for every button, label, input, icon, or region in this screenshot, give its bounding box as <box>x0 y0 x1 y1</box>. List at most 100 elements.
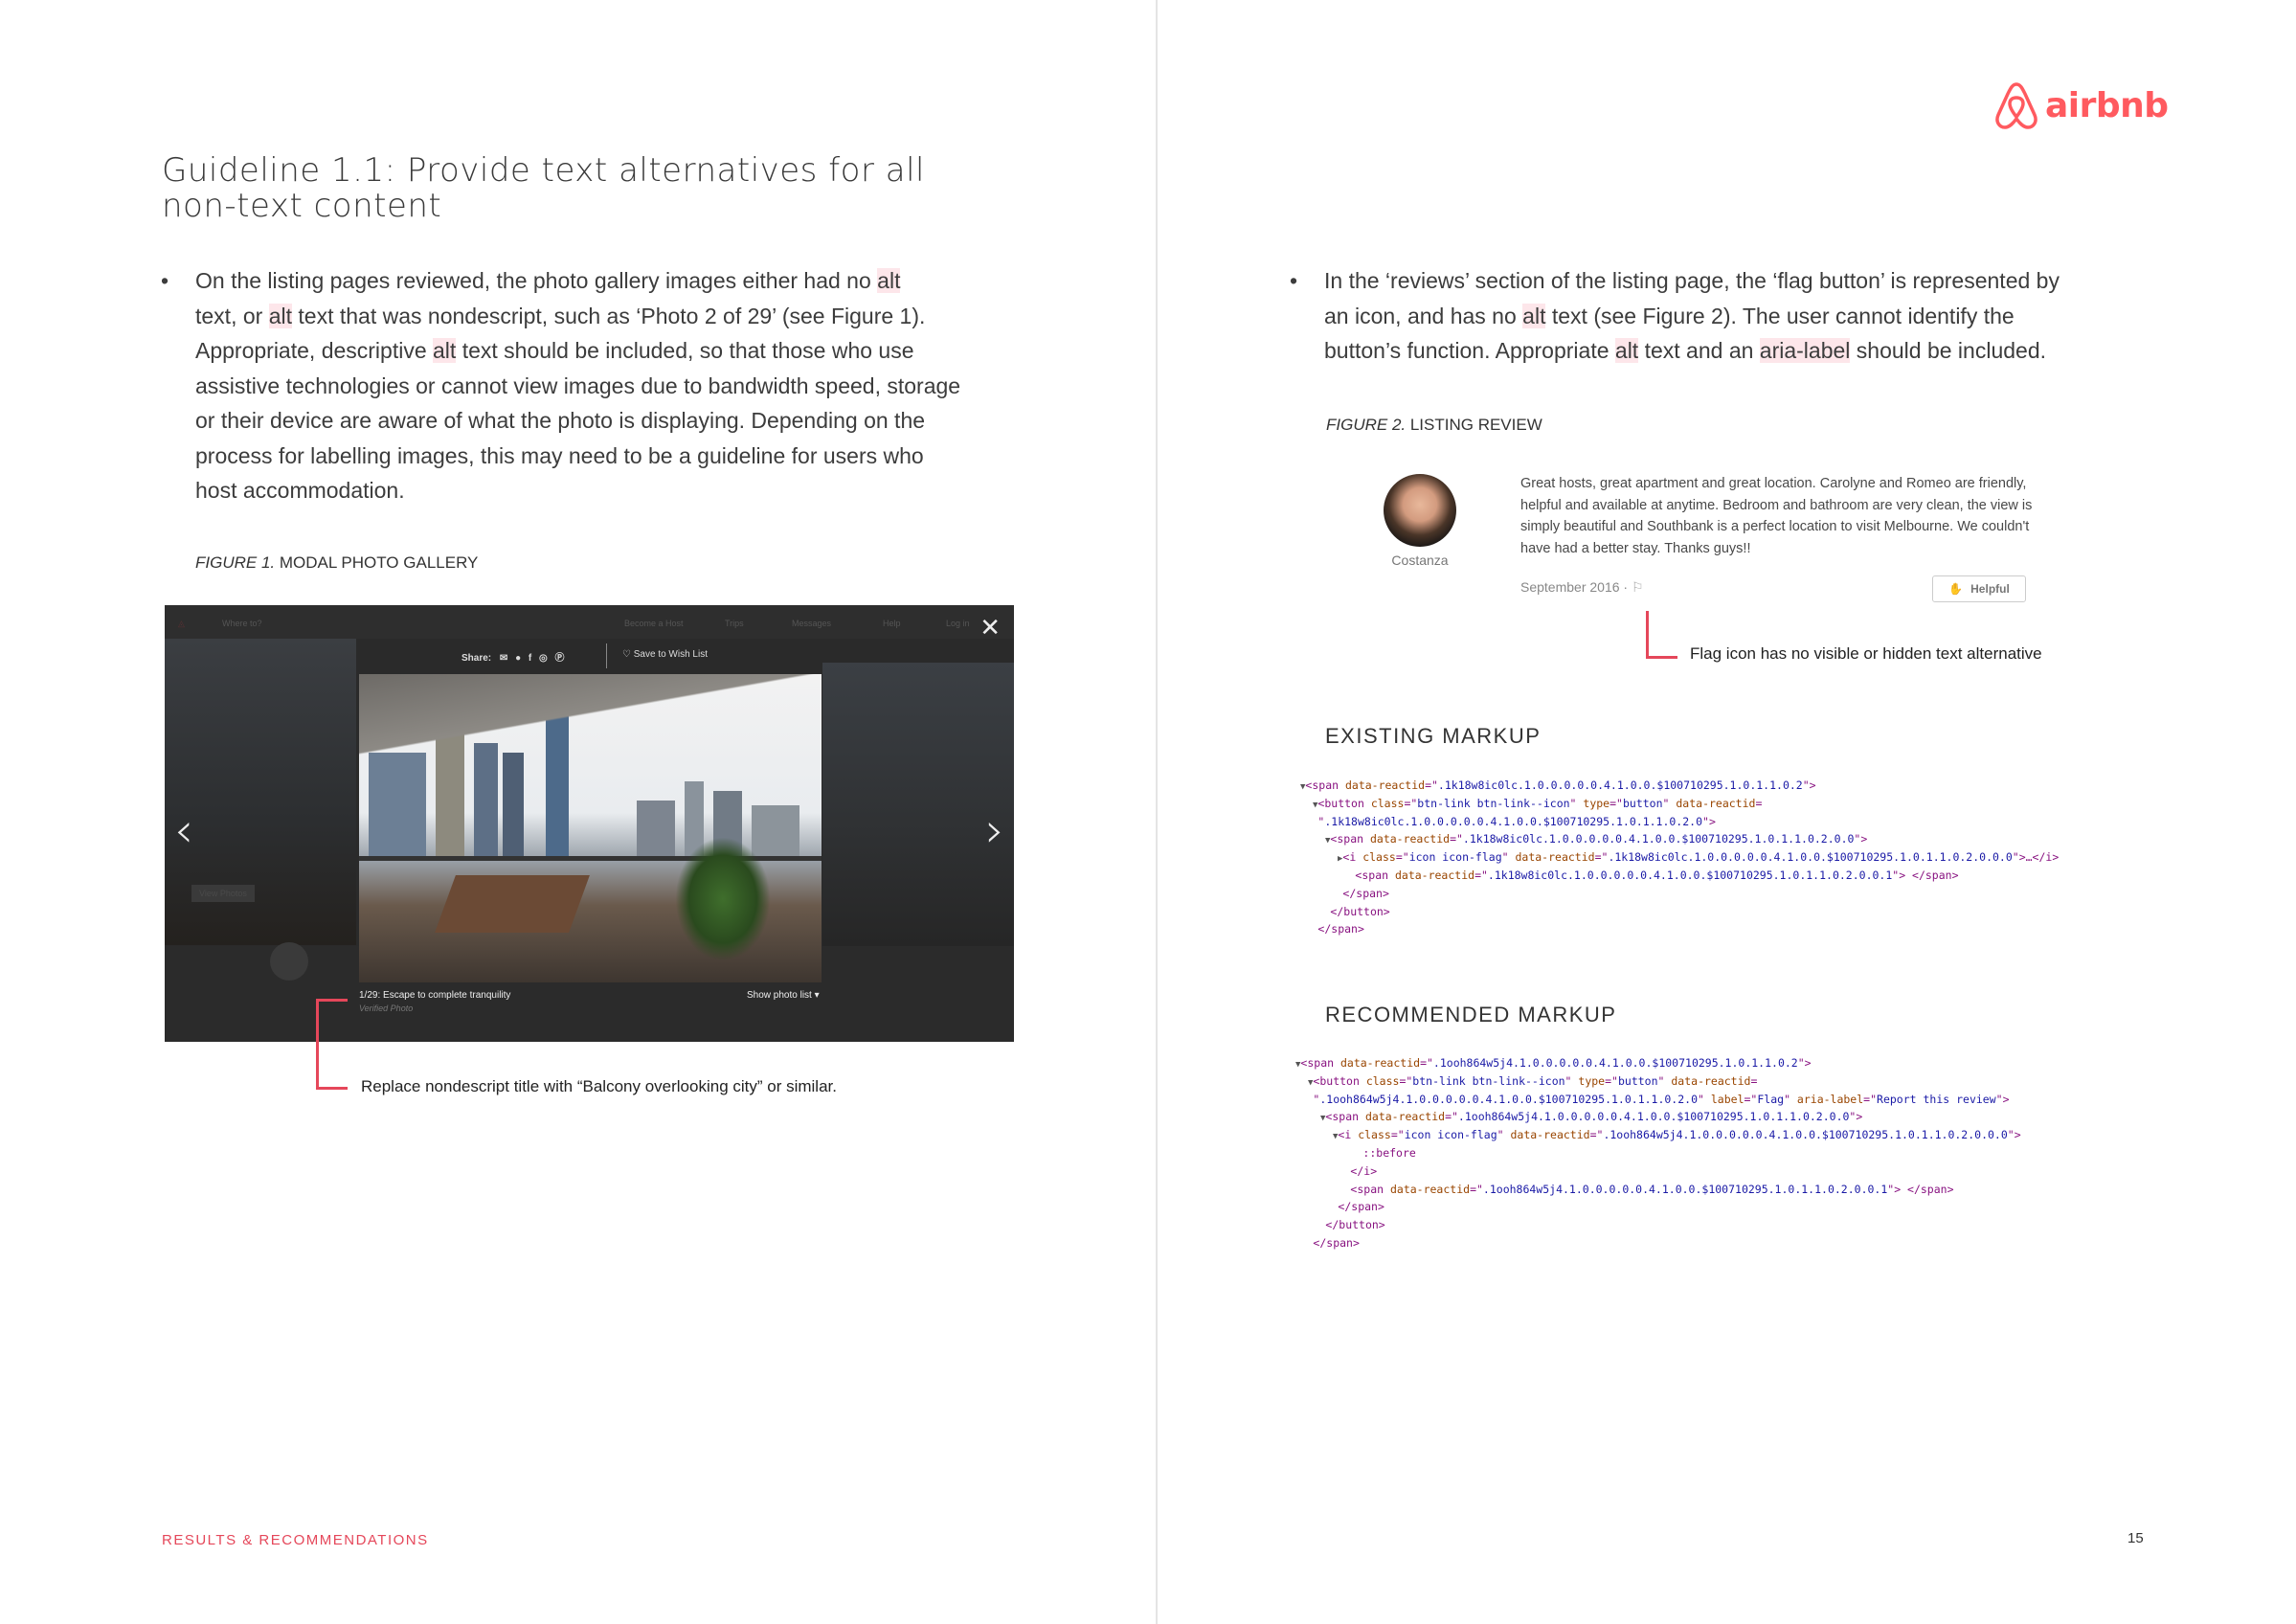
code-token-tag: </span> <box>1342 886 1389 900</box>
bullet-line: or their device are aware of what the ph… <box>195 403 960 439</box>
title-line: Guideline 1.1: Provide text alternatives… <box>162 151 925 190</box>
figure-label: FIGURE 2. <box>1326 416 1407 434</box>
nav-help: Help <box>883 619 901 628</box>
code-token-attr: data-reactid <box>1389 1182 1471 1196</box>
code-token-val: btn-link btn-link--icon <box>1417 796 1570 810</box>
code-token-tag: =" <box>1589 1128 1604 1142</box>
pinterest-icon[interactable]: Ⓟ <box>555 653 565 664</box>
helpful-button[interactable]: ✋ Helpful <box>1932 575 2026 602</box>
code-token-val: .1ooh864w5j4.1.0.0.0.0.0.4.1.0.0.$100710… <box>1457 1110 1850 1124</box>
code-token-tag: =" <box>1399 1073 1413 1088</box>
code-token-attr: data-reactid <box>1510 1128 1590 1142</box>
logo-wordmark: airbnb <box>2045 85 2169 125</box>
bullet-line: an icon, and has no alt text (see Figure… <box>1324 299 2060 334</box>
code-token-val: Report this review <box>1877 1092 1996 1106</box>
code-token-attr: class <box>1362 850 1396 865</box>
code-token-attr: class <box>1358 1128 1391 1142</box>
twitter-icon[interactable]: ◎ <box>539 653 548 664</box>
code-token-val: Flag <box>1757 1092 1785 1106</box>
messenger-icon[interactable]: ● <box>515 653 521 664</box>
highlighted-term: alt <box>1614 338 1639 363</box>
code-token-tag: "> </span> <box>1892 868 1959 882</box>
code-token-tag: <button <box>1317 796 1371 810</box>
code-token-tag: =" <box>1605 1073 1618 1088</box>
nav-messages: Messages <box>792 619 832 628</box>
chevron-left-icon[interactable]: ‹ <box>174 806 193 854</box>
code-token-attr: data-reactid <box>1369 832 1451 846</box>
close-icon[interactable]: ✕ <box>979 615 1001 640</box>
bullet-line: host accommodation. <box>195 473 960 508</box>
code-token-tag: " <box>1497 1128 1511 1142</box>
code-token-tag: = <box>1750 1073 1758 1088</box>
bullet-line: Appropriate, descriptive alt text should… <box>195 333 960 369</box>
review-date: September 2016 · <box>1520 579 1629 595</box>
annotation-connector <box>316 999 348 1002</box>
text-segment: assistive technologies or cannot view im… <box>195 372 961 398</box>
nav-login: Log in <box>946 619 970 628</box>
highlighted-term: alt <box>433 338 457 363</box>
code-line: <span data-reactid=".1k18w8ic0lc.1.0.0.0… <box>1300 868 2059 886</box>
figure-caption: FIGURE 1. MODAL PHOTO GALLERY <box>195 553 478 573</box>
code-token-attr: type <box>1583 796 1610 810</box>
annotation-connector <box>1646 656 1677 659</box>
facebook-icon[interactable]: f <box>529 653 531 664</box>
recommended-markup-heading: RECOMMENDED MARKUP <box>1325 1003 1617 1026</box>
code-token-attr: data-reactid <box>1364 1110 1446 1124</box>
figure-annotation: Replace nondescript title with “Balcony … <box>361 1077 837 1095</box>
code-token-tag: <span <box>1325 1110 1365 1124</box>
code-line: ▼<span data-reactid=".1ooh864w5j4.1.0.0.… <box>1295 1109 2021 1127</box>
reviewer-name: Costanza <box>1391 553 1449 568</box>
save-to-wishlist-button[interactable]: ♡ Save to Wish List <box>622 649 708 660</box>
code-token-val: button <box>1617 1073 1658 1088</box>
bullet-line: assistive technologies or cannot view im… <box>195 369 960 404</box>
code-token-tag: " <box>1657 1073 1672 1088</box>
code-token-tag: =" <box>1744 1092 1758 1106</box>
code-token-tag: "> <box>1849 1110 1863 1124</box>
code-token-val: button <box>1622 796 1663 810</box>
figure-title: LISTING REVIEW <box>1406 416 1542 434</box>
code-token-tag: =" <box>1425 778 1438 792</box>
code-line: </span> <box>1295 1235 2021 1253</box>
page-number: 15 <box>2127 1530 2144 1546</box>
show-photo-list-button[interactable]: Show photo list ▾ <box>747 990 820 1001</box>
code-token-tag: <i <box>1338 1128 1359 1142</box>
code-token-attr: data-reactid <box>1515 850 1595 865</box>
code-token-tag: <span <box>1330 832 1370 846</box>
text-segment: or their device are aware of what the ph… <box>195 408 926 433</box>
section-footer: RESULTS & RECOMMENDATIONS <box>162 1532 429 1548</box>
code-token-tag: =" <box>1445 1110 1458 1124</box>
code-token-tag: <span <box>1300 1056 1340 1070</box>
balcony-ceiling <box>359 674 822 789</box>
code-line: </span> <box>1300 886 2059 904</box>
code-token-attr: data-reactid <box>1671 1073 1751 1088</box>
highlighted-term: alt <box>268 303 292 328</box>
code-token-attr: label <box>1710 1092 1745 1106</box>
helpful-label: Helpful <box>1970 582 2010 596</box>
code-token-attr: class <box>1365 1073 1400 1088</box>
code-line: ▼<span data-reactid=".1k18w8ic0lc.1.0.0.… <box>1300 778 2059 796</box>
bullet-paragraph: • In the ‘reviews’ section of the listin… <box>1290 263 2060 369</box>
page-divider <box>1156 0 1158 1624</box>
code-token-tag: " <box>1501 850 1516 865</box>
text-segment: host accommodation. <box>195 478 405 503</box>
code-token-tag: " <box>1698 1092 1711 1106</box>
email-icon[interactable]: ✉ <box>500 653 507 664</box>
code-token-tag: =" <box>1594 850 1609 865</box>
code-line: ▼<button class="btn-link btn-link--icon"… <box>1300 796 2059 814</box>
chevron-right-icon[interactable]: › <box>985 806 1004 854</box>
code-token-tag: "> <box>1802 778 1816 792</box>
bullet-dot: • <box>161 268 169 293</box>
code-line: ".1k18w8ic0lc.1.0.0.0.0.0.4.1.0.0.$10071… <box>1300 814 2059 832</box>
text-segment: On the listing pages reviewed, the photo… <box>195 268 878 293</box>
flag-icon[interactable]: ⚐ <box>1632 579 1644 595</box>
code-token-attr: type <box>1578 1073 1606 1088</box>
nav-search: Where to? <box>222 619 262 628</box>
code-token-val: .1k18w8ic0lc.1.0.0.0.0.0.4.1.0.0.$100710… <box>1487 868 1893 882</box>
existing-markup-code: ▼<span data-reactid=".1k18w8ic0lc.1.0.0.… <box>1300 778 2059 939</box>
code-token-tag: "> <box>1854 832 1868 846</box>
bullet-line: button’s function. Appropriate alt text … <box>1324 333 2060 369</box>
code-token-val: .1k18w8ic0lc.1.0.0.0.0.0.4.1.0.0.$100710… <box>1324 814 1703 828</box>
code-token-tag: " <box>1564 1073 1579 1088</box>
code-line: ▼<button class="btn-link btn-link--icon"… <box>1295 1073 2021 1092</box>
code-line: </i> <box>1295 1163 2021 1182</box>
